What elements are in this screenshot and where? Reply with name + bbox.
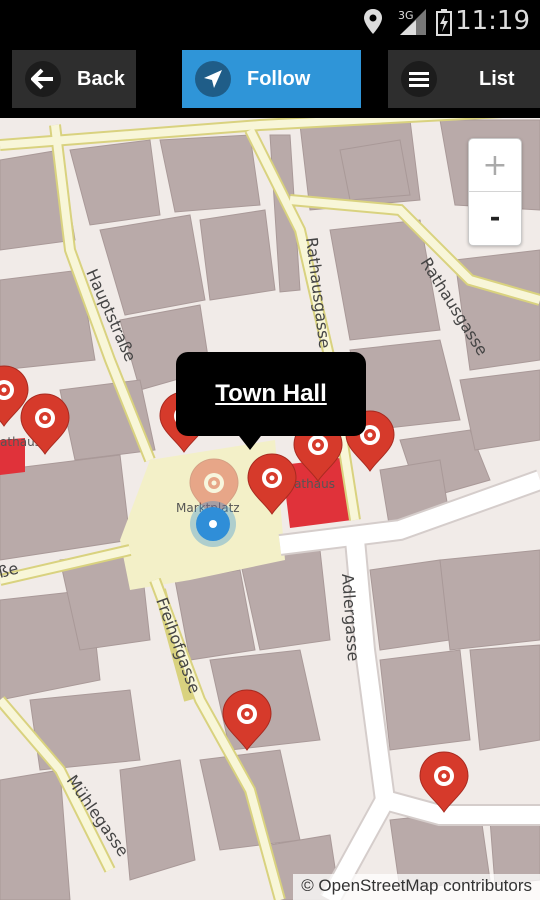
map-canvas[interactable]: Hauptstraße Rathausgasse Rathausgasse Fr… <box>0 118 540 900</box>
status-time: 11:19 <box>455 6 530 36</box>
list-label: List <box>479 67 515 90</box>
map-view[interactable]: Hauptstraße Rathausgasse Rathausgasse Fr… <box>0 118 540 900</box>
zoom-control: + - <box>468 138 522 246</box>
map-attribution[interactable]: © OpenStreetMap contributors <box>293 874 540 900</box>
back-label: Back <box>77 67 125 90</box>
follow-label: Follow <box>247 67 311 90</box>
status-bar: 3G 11:19 <box>0 0 540 45</box>
zoom-in-button[interactable]: + <box>469 139 521 192</box>
zoom-out-button[interactable]: - <box>469 192 521 244</box>
menu-icon <box>401 61 437 97</box>
popup-tail <box>236 432 264 450</box>
popup-title[interactable]: Town Hall <box>215 380 327 408</box>
back-button[interactable]: Back <box>12 50 136 108</box>
navigation-arrow-icon <box>195 61 231 97</box>
place-label: Marktplatz <box>176 501 240 515</box>
battery-icon <box>436 9 452 36</box>
marker-popup[interactable]: Town Hall <box>176 352 366 450</box>
follow-button[interactable]: Follow <box>182 50 361 108</box>
place-label: Rathaus <box>0 435 41 449</box>
back-arrow-icon <box>25 61 61 97</box>
network-type: 3G <box>398 9 414 22</box>
signal-icon: 3G <box>398 9 426 35</box>
toolbar: Back Follow List <box>0 45 540 118</box>
list-button[interactable]: List <box>388 50 540 108</box>
location-icon <box>364 9 382 34</box>
place-label: Rathaus <box>286 477 335 491</box>
